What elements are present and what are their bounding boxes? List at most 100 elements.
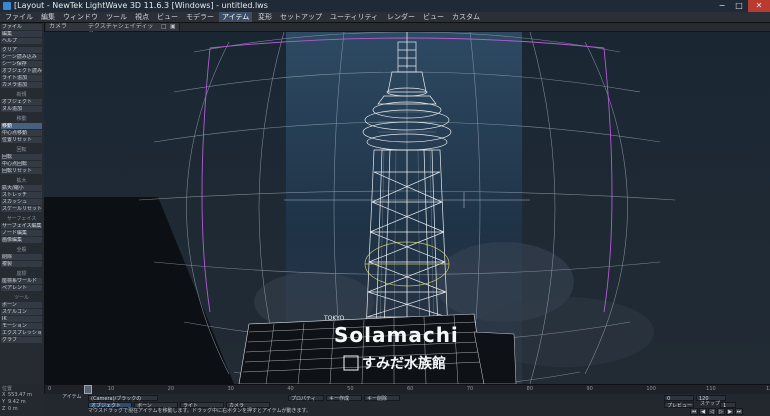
sidebar-button[interactable]: ヌル追加 (1, 106, 42, 112)
sidebar-button[interactable]: ペアレント (1, 285, 42, 291)
sidebar-group-heading: ツール (13, 295, 29, 301)
timeline-tick-label: 90 (586, 386, 593, 392)
sidebar-top-field-2[interactable]: ヘルプ (1, 38, 42, 44)
menu-item-9[interactable]: セットアップ (277, 12, 325, 22)
menu-item-10[interactable]: ユーティリティ (327, 12, 381, 22)
render-mode-dropdown[interactable]: テクスチャシェイディッド (85, 23, 162, 38)
maximize-button[interactable]: □ (731, 0, 747, 12)
sidebar-button[interactable]: 回転 (1, 154, 42, 160)
sidebar-button[interactable]: モーション (1, 323, 42, 329)
camera-viewport[interactable]: TOKYO Solamachi すみだ水族館 (44, 32, 770, 384)
sidebar-button[interactable]: グラフ (1, 337, 42, 343)
sidebar-button[interactable]: オブジェクト (1, 99, 42, 105)
menu-item-7[interactable]: アイテム (219, 12, 253, 22)
play-back-button[interactable]: ◁ (708, 408, 716, 415)
menu-item-1[interactable]: 編集 (38, 12, 58, 22)
menu-item-13[interactable]: カスタム (449, 12, 483, 22)
timeline-tick-label: 70 (466, 386, 474, 392)
sidebar-button[interactable]: IK (1, 316, 42, 322)
status-message: マウスドラッグで現在アイテムを移動します。ドラッグ中に右ボタンを押すとアイテムが… (88, 408, 312, 414)
lightwave-app-icon (3, 2, 11, 10)
z-position-value[interactable]: 0 m (8, 406, 18, 412)
sidebar-button[interactable]: 拡大/縮小 (1, 185, 42, 191)
sidebar-button[interactable]: サーフェイス編集 (1, 223, 42, 229)
bottom-control-bar: アイテム (Camera)/ブラックの プロパティ キー作成 キー削除 0 12… (44, 394, 770, 416)
sidebar-group-heading: 新規 (16, 92, 27, 98)
sidebar-button[interactable]: 画像編集 (1, 237, 42, 243)
menu-bar: ファイル 編集 ウィンドウ ツール 視点 ビュー モデラー アイテム 変形 セットアップ ユーティリ… (0, 12, 770, 23)
sidebar-button[interactable]: 位置リセット (1, 137, 42, 143)
sidebar-button[interactable]: クリア (1, 47, 42, 53)
sidebar-button[interactable]: 中心点移動 (1, 130, 42, 136)
timeline-slider-handle[interactable] (84, 385, 92, 394)
window-title: [Layout - NewTek LightWave 3D 11.6.3 [Wi… (14, 1, 268, 10)
title-bar: [Layout - NewTek LightWave 3D 11.6.3 [Wi… (0, 0, 770, 12)
menu-item-11[interactable]: レンダー (384, 12, 418, 22)
sidebar-button[interactable]: シーン読み込み (1, 54, 42, 60)
sidebar-button[interactable]: シーン保存 (1, 61, 42, 67)
sidebar-button[interactable]: カメラ追加 (1, 82, 42, 88)
sidebar-button[interactable]: 座標系ワールド (1, 278, 42, 284)
sidebar-top-field-0[interactable]: ファイル (1, 24, 42, 30)
sidebar-button[interactable]: 複製 (1, 261, 42, 267)
x-position-label: X (2, 392, 6, 398)
sidebar-button[interactable]: スカッシュ (1, 199, 42, 205)
menu-item-5[interactable]: ビュー (154, 12, 181, 22)
timeline-tick-label: 10 (107, 386, 115, 392)
toolbar-sidebar: ファイル編集ヘルプクリアシーン読み込みシーン保存オブジェクト読み込みライト追加カ… (0, 23, 45, 384)
timeline-tick-label: 50 (347, 386, 354, 392)
timeline-tick-label: 80 (526, 386, 534, 392)
sidebar-button[interactable]: ボーン (1, 302, 42, 308)
sidebar-button[interactable]: 中心点回転 (1, 161, 42, 167)
timeline-tick-label: 110 (706, 386, 716, 392)
sidebar-button[interactable]: 移動 (1, 123, 42, 129)
menu-item-6[interactable]: モデラー (183, 12, 217, 22)
building-logo-small: TOKYO (323, 315, 344, 322)
position-heading: 位置 (2, 386, 13, 392)
viewport-maximize-icon[interactable]: ▣ (167, 23, 180, 31)
sidebar-button[interactable]: ノード編集 (1, 230, 42, 236)
timeline-tick-label: 120 (766, 386, 770, 392)
sidebar-button[interactable]: 回転リセット (1, 168, 42, 174)
item-label: アイテム (62, 394, 82, 400)
step-forward-button[interactable]: ▶ (726, 408, 734, 415)
step-back-button[interactable]: ◀ (699, 408, 707, 415)
menu-item-0[interactable]: ファイル (2, 12, 36, 22)
timeline-tick-label: 40 (287, 386, 294, 392)
aquarium-sign: すみだ水族館 (362, 355, 446, 372)
sidebar-group-heading: 拡大 (16, 178, 27, 184)
sidebar-group-heading: 全般 (16, 247, 27, 253)
timeline-tick-label: 100 (646, 386, 656, 392)
sidebar-button[interactable]: スケルゴン (1, 309, 42, 315)
view-type-dropdown[interactable]: カメラ (46, 23, 89, 31)
menu-item-2[interactable]: ウィンドウ (60, 12, 101, 22)
timeline-tick-label: 0 (48, 386, 52, 392)
x-position-value[interactable]: 553.47 m (8, 392, 32, 398)
y-position-label: Y (2, 399, 6, 405)
minimize-button[interactable]: − (714, 0, 730, 12)
sidebar-button[interactable]: オブジェクト読み込み (1, 68, 42, 74)
go-end-button[interactable]: ⏭ (735, 408, 743, 415)
sidebar-button[interactable]: スケールリセット (1, 206, 42, 212)
sidebar-group-heading: サーフェイス (6, 216, 37, 222)
sidebar-group-heading: 移動 (16, 116, 27, 122)
sidebar-group-heading: 座標 (16, 271, 27, 277)
menu-item-3[interactable]: ツール (103, 12, 130, 22)
position-panel: 位置 X 553.47 m Y 9.42 m Z 0 m (0, 384, 45, 416)
sidebar-button[interactable]: ストレッチ (1, 192, 42, 198)
sidebar-button[interactable]: ライト追加 (1, 75, 42, 81)
play-button[interactable]: ▷ (717, 408, 725, 415)
building-logo: Solamachi (334, 323, 459, 347)
viewport-canvas: TOKYO Solamachi すみだ水族館 (44, 32, 770, 384)
y-position-value[interactable]: 9.42 m (8, 399, 26, 405)
go-start-button[interactable]: ⏮ (690, 408, 698, 415)
sidebar-button[interactable]: エクスプレッション (1, 330, 42, 336)
menu-item-8[interactable]: 変形 (255, 12, 275, 22)
menu-item-12[interactable]: ビュー (420, 12, 447, 22)
menu-item-4[interactable]: 視点 (132, 12, 152, 22)
sidebar-button[interactable]: 削除 (1, 254, 42, 260)
timeline-tick-label: 20 (167, 386, 175, 392)
sidebar-top-field-1[interactable]: 編集 (1, 31, 42, 37)
close-button[interactable]: ✕ (748, 0, 770, 12)
step-label: ステップ (700, 401, 721, 407)
